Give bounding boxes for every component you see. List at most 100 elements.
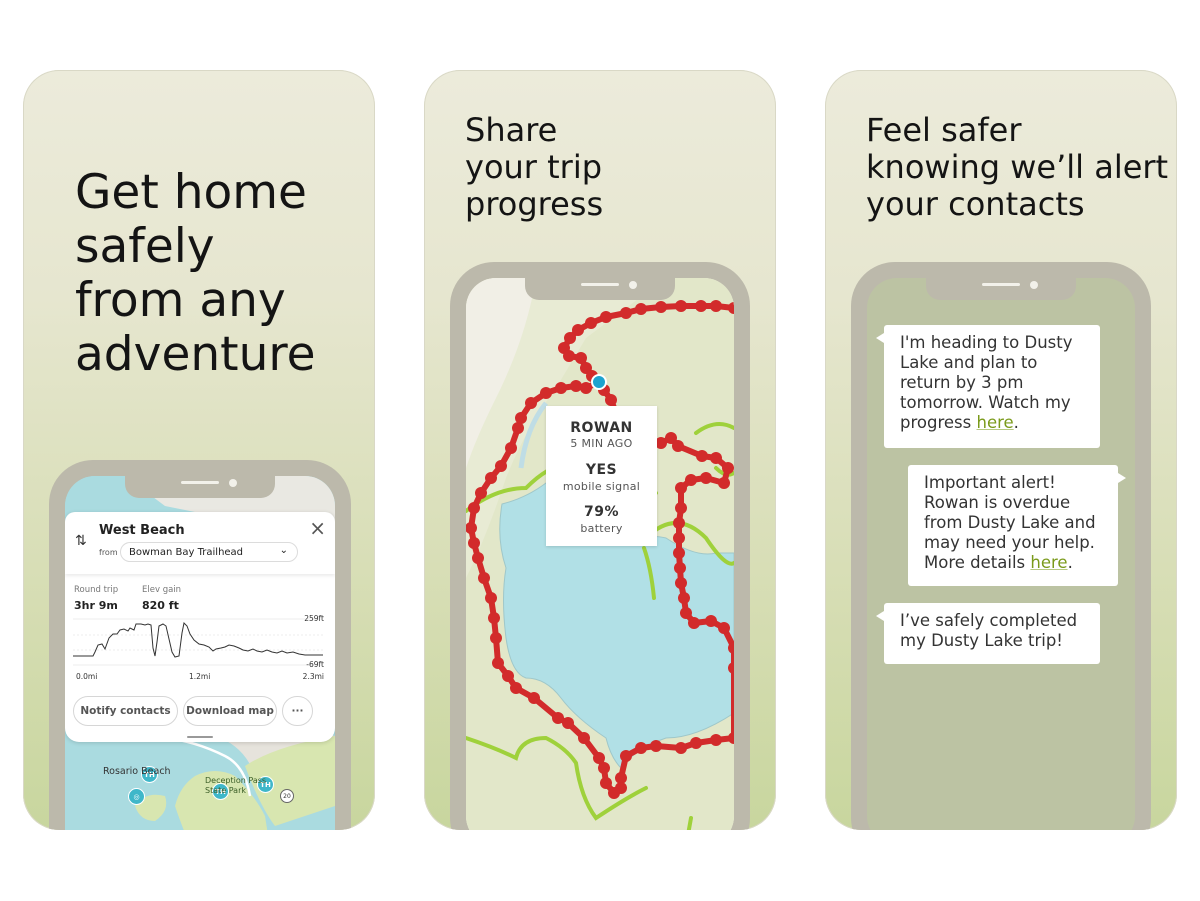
route-waypoint — [555, 382, 567, 394]
message-bubble-alert: Important alert! Rowan is overdue from D… — [908, 465, 1126, 586]
route-waypoint — [515, 412, 527, 424]
route-waypoint — [502, 670, 514, 682]
panel-get-home-safely: Get home safely from any adventure TH ◎ … — [23, 70, 375, 830]
route-waypoint — [492, 657, 504, 669]
route-waypoint — [718, 477, 730, 489]
route-header: ⇅ West Beach from Bowman Bay Trailhead ⌄… — [65, 512, 335, 574]
route-waypoint — [690, 737, 702, 749]
route-waypoint — [490, 632, 502, 644]
route-waypoint — [552, 712, 564, 724]
phone-notch — [926, 278, 1076, 300]
route-waypoint — [510, 682, 522, 694]
last-update-time: 5 MIN AGO — [570, 437, 633, 450]
message-text: I’ve safely completed my Dusty Lake trip… — [900, 611, 1078, 650]
route-waypoint — [600, 311, 612, 323]
status-card: ROWAN 5 MIN AGO YES mobile signal 79% ba… — [546, 406, 657, 546]
route-waypoint — [672, 440, 684, 452]
headline-line: Share — [465, 111, 558, 149]
route-waypoint — [700, 472, 712, 484]
route-waypoint — [688, 617, 700, 629]
headline-line: Get home — [75, 165, 307, 220]
headline: Get home safely from any adventure — [75, 166, 316, 382]
route-card: ⇅ West Beach from Bowman Bay Trailhead ⌄… — [65, 512, 335, 742]
more-options-button[interactable]: ··· — [282, 696, 313, 726]
from-label: from — [99, 548, 118, 557]
route-waypoint — [528, 692, 540, 704]
message-bubble-complete: I’ve safely completed my Dusty Lake trip… — [876, 603, 1100, 664]
progress-link[interactable]: here — [976, 413, 1013, 432]
route-waypoint — [540, 387, 552, 399]
route-waypoint — [578, 732, 590, 744]
route-waypoint — [478, 572, 490, 584]
route-waypoint — [564, 332, 576, 344]
trip-map[interactable] — [466, 278, 734, 830]
message-punctuation: . — [1013, 413, 1019, 432]
route-waypoint — [710, 300, 722, 312]
details-link[interactable]: here — [1030, 553, 1067, 572]
elevation-line — [73, 621, 323, 658]
route-waypoint — [495, 460, 507, 472]
phone-notch — [125, 476, 275, 498]
panel-share-progress: Share your trip progress ROWAN 5 MIN AGO… — [424, 70, 776, 830]
x-label-mid: 1.2mi — [189, 672, 211, 681]
route-waypoint — [675, 502, 687, 514]
download-map-button[interactable]: Download map — [183, 696, 277, 726]
headline-line: your trip — [465, 148, 603, 186]
phone-frame: TH ◎ TH TH 20 Rosario Beach Deception Pa… — [49, 460, 351, 830]
from-select[interactable]: Bowman Bay Trailhead ⌄ — [120, 542, 298, 562]
phone-notch — [525, 278, 675, 300]
message-punctuation: . — [1067, 553, 1073, 572]
headline-line: knowing we’ll alert — [866, 148, 1169, 186]
route-waypoint — [525, 397, 537, 409]
phone-screen: TH ◎ TH TH 20 Rosario Beach Deception Pa… — [65, 476, 335, 830]
panel-feel-safer: Feel safer knowing we’ll alert your cont… — [825, 70, 1177, 830]
route-waypoint — [468, 537, 480, 549]
route-waypoint — [675, 577, 687, 589]
route-waypoint — [710, 734, 722, 746]
route-waypoint — [593, 752, 605, 764]
battery-value: 79% — [583, 504, 619, 520]
route-waypoint — [685, 474, 697, 486]
route-waypoint — [678, 592, 690, 604]
current-location-dot — [591, 374, 607, 390]
headline: Share your trip progress — [465, 112, 603, 223]
y-max-label: 259ft — [304, 614, 324, 623]
route-waypoint — [673, 517, 685, 529]
headline-line: your contacts — [866, 185, 1085, 223]
signal-label: mobile signal — [562, 480, 641, 493]
route-waypoint — [695, 300, 707, 312]
headline: Feel safer knowing we’ll alert your cont… — [866, 112, 1168, 223]
x-label-start: 0.0mi — [76, 672, 98, 681]
route-waypoint — [585, 317, 597, 329]
route-waypoint — [570, 380, 582, 392]
route-waypoint — [675, 482, 687, 494]
drag-handle[interactable] — [187, 736, 213, 738]
destination-title: West Beach — [99, 523, 185, 538]
route-waypoint — [475, 487, 487, 499]
route-waypoint — [600, 777, 612, 789]
x-label-end: 2.3mi — [302, 672, 324, 681]
stat-label-elev-gain: Elev gain — [142, 585, 182, 595]
phone-screen: ROWAN 5 MIN AGO YES mobile signal 79% ba… — [466, 278, 734, 830]
route-waypoint — [605, 394, 617, 406]
map-label-deception-pass: Deception Pass State Park — [205, 776, 267, 795]
route-waypoint — [696, 450, 708, 462]
close-icon[interactable]: × — [309, 518, 326, 538]
chevron-down-icon: ⌄ — [279, 545, 288, 556]
notify-contacts-button[interactable]: Notify contacts — [73, 696, 178, 726]
message-bubble-start: I'm heading to Dusty Lake and plan to re… — [876, 325, 1100, 448]
route-waypoint — [563, 350, 575, 362]
route-waypoint — [472, 552, 484, 564]
route-waypoint — [675, 742, 687, 754]
viewpoint-pin[interactable]: ◎ — [128, 788, 145, 805]
action-row: Notify contacts Download map ··· — [73, 696, 327, 726]
route-waypoint — [673, 532, 685, 544]
route-waypoint — [485, 592, 497, 604]
route-waypoint — [673, 547, 685, 559]
headline-line: safely — [75, 219, 215, 274]
swap-direction-icon[interactable]: ⇅ — [75, 534, 87, 548]
headline-line: from any — [75, 273, 286, 328]
y-min-label: -69ft — [306, 660, 324, 669]
hiker-name: ROWAN — [570, 420, 633, 436]
route-waypoint — [710, 452, 722, 464]
